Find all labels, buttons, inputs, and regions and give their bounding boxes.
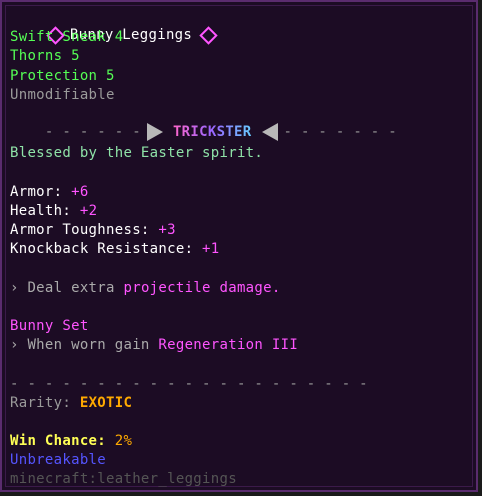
rarity-row: Rarity: EXOTIC [10, 394, 132, 412]
enchant-line: Thorns 5 [10, 48, 80, 64]
enchant-line: Swift Sneak 4 [10, 29, 124, 45]
unbreakable-label: Unbreakable [10, 452, 107, 468]
win-chance-row: Win Chance: 2% [10, 432, 132, 450]
item-id: minecraft:leather_leggings [10, 471, 237, 487]
divider-dashes: - - - - - - - [283, 124, 397, 140]
enchant-line: Protection 5 [10, 68, 115, 84]
arrow-left-icon [261, 123, 278, 141]
diamond-icon [199, 25, 218, 45]
stat-label: Armor Toughness: [10, 222, 150, 238]
divider-dashes: - - - - - - [44, 124, 141, 140]
arrow-right-icon [146, 123, 163, 141]
stat-row: Armor Toughness: +3 [10, 221, 176, 239]
lore-text: Blessed by the Easter spirit. [10, 145, 264, 161]
set-bonus-line: › When worn gain Regeneration III [10, 336, 298, 354]
class-name: TRICKSTER [172, 124, 252, 140]
stat-row: Armor: +6 [10, 183, 89, 201]
stat-label: Knockback Resistance: [10, 241, 194, 257]
stat-value: +1 [202, 241, 220, 257]
item-tooltip: Bunny Leggings Swift Sneak 4 Thorns 5 Pr… [0, 0, 478, 492]
ability-highlight: projectile damage. [123, 280, 281, 296]
set-bonus-highlight: Regeneration III [158, 337, 299, 353]
stat-row: Knockback Resistance: +1 [10, 240, 220, 258]
stat-label: Armor: [10, 184, 63, 200]
rarity-value: EXOTIC [79, 395, 133, 411]
win-chance-value: 2% [114, 433, 133, 449]
rarity-label: Rarity: [10, 395, 72, 411]
ability-text: › Deal extra [10, 280, 124, 296]
stat-value: +3 [158, 222, 176, 238]
stat-value: +6 [71, 184, 89, 200]
win-chance-label: Win Chance: [10, 433, 107, 449]
ability-line: › Deal extra projectile damage. [10, 279, 281, 297]
set-bonus-text: › When worn gain [10, 337, 159, 353]
separator-line: - - - - - - - - - - - - - - - - - - - - … [10, 376, 368, 392]
set-name: Bunny Set [10, 318, 89, 334]
stat-value: +2 [79, 203, 98, 219]
modifiable-status: Unmodifiable [10, 87, 115, 103]
stat-row: Health: +2 [10, 202, 97, 220]
stat-label: Health: [10, 203, 72, 219]
